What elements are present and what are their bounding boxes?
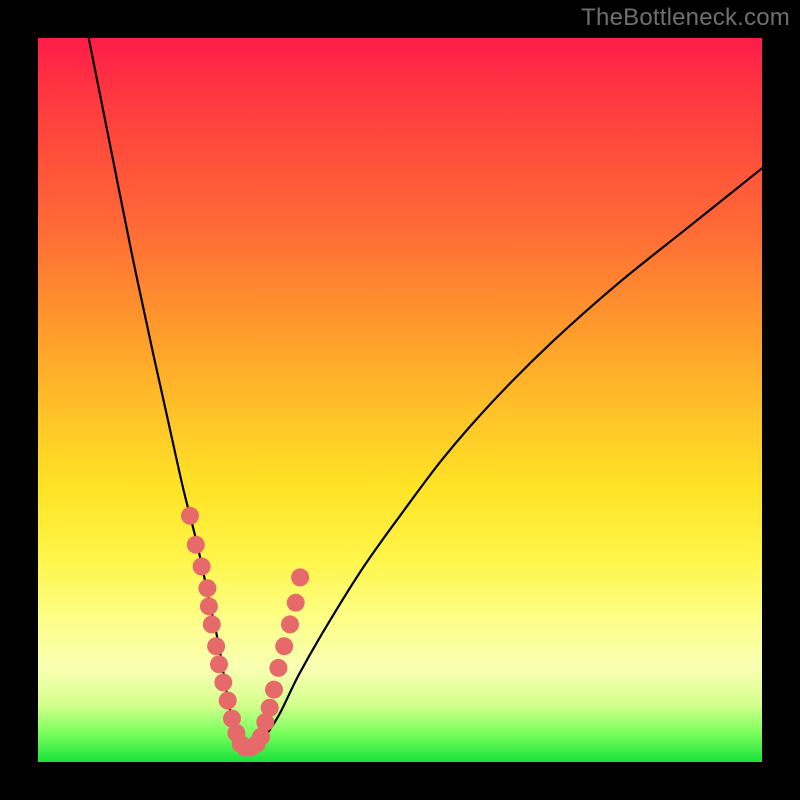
chart-frame: TheBottleneck.com	[0, 0, 800, 800]
sample-dot	[291, 568, 309, 586]
sample-dot	[193, 558, 211, 576]
sample-dots	[181, 507, 309, 757]
plot-area	[38, 38, 762, 762]
sample-dot	[275, 637, 293, 655]
sample-dot	[207, 637, 225, 655]
sample-dot	[265, 681, 283, 699]
sample-dot	[203, 615, 221, 633]
sample-dot	[287, 594, 305, 612]
bottleneck-curve	[89, 38, 762, 751]
sample-dot	[210, 655, 228, 673]
curve-svg	[38, 38, 762, 762]
sample-dot	[269, 659, 287, 677]
sample-dot	[200, 597, 218, 615]
sample-dot	[281, 615, 299, 633]
watermark-text: TheBottleneck.com	[581, 4, 790, 32]
sample-dot	[181, 507, 199, 525]
sample-dot	[261, 699, 279, 717]
sample-dot	[214, 673, 232, 691]
sample-dot	[187, 536, 205, 554]
sample-dot	[198, 579, 216, 597]
sample-dot	[219, 692, 237, 710]
